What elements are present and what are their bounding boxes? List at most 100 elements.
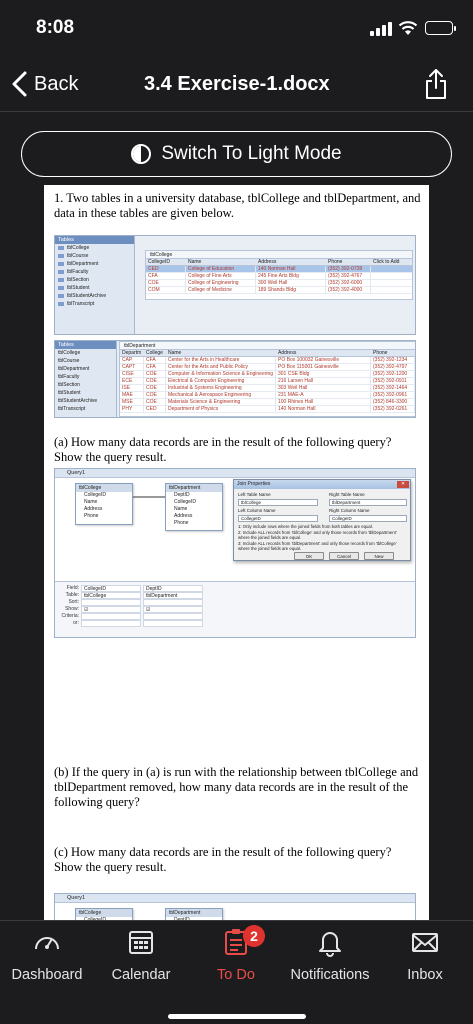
table-row: CAP CFA Center for the Arts in Healthcare P… [120,357,415,364]
question-c-text: (c) How many data records are in the res… [54,845,392,874]
table-row: CFA College of Fine Arts 245 Fine Arts B… [146,273,412,280]
table-icon [58,285,64,290]
table-row: PHY CED Department of Physics 140 Norman Ha… [120,406,415,413]
table-icon [58,301,64,306]
right-table-select[interactable]: tblDepartment [329,499,407,506]
column-header: Click to Add [371,259,411,265]
table-row: CISE COE Computer & Information Science & … [120,371,415,378]
cancel-button[interactable]: Cancel [329,552,359,560]
document-page: 1. Two tables in a university database, … [44,185,429,920]
show-checkbox[interactable]: ☑ [143,606,203,613]
tab-dashboard[interactable]: Dashboard [0,927,94,983]
status-bar: 8:08 [0,0,473,56]
table-row: MSE COE Materials Science & Engineering 100… [120,399,415,406]
ok-button[interactable]: OK [294,552,324,560]
table-icon [58,245,64,250]
column-header: Name [186,259,256,265]
field-list-tblcollege: tblCollege CollegeID Name Address Phone [75,483,133,525]
table-row: CAPT CFA Center for the Arts and Public Po… [120,364,415,371]
table-icon [58,293,64,298]
grid-field-cell[interactable]: DeptID [143,585,203,592]
right-column-select[interactable]: CollegeID [329,515,407,522]
query-title: Query1 [55,469,415,478]
nav-item: tblStudentArchive [67,293,107,299]
nav-item: tblStudent [67,285,90,291]
query-designer-a: Query1 tblCollege CollegeID Name Address… [54,468,416,638]
column-header: Address [256,259,326,265]
query-design-grid: Field: CollegeID DeptID Table: tblCollege tb… [55,581,415,637]
tab-todo[interactable]: 2 To Do [189,925,283,983]
battery-icon [425,21,456,35]
toggle-label: Switch To Light Mode [161,143,342,164]
table-row: CED College of Education 140 Norman Hall… [146,266,412,273]
cellular-signal-icon [370,22,392,36]
college-datasheet: tblCollege CollegeID Name Address Phone … [145,250,413,300]
wifi-icon [398,21,418,35]
join-option-2[interactable]: 2: Include ALL records from 'tblCollege'… [238,530,408,540]
question-1-text: 1. Two tables in a university database, … [54,191,421,220]
nav-item: tblCollege [67,245,90,251]
calendar-icon [129,931,153,954]
question-b-text: (b) If the query in (a) is run with the … [54,765,419,809]
nav-item: tblTranscript [67,301,95,307]
envelope-icon [412,933,438,952]
show-checkbox[interactable]: ☑ [81,606,141,613]
access-nav-pane: Tables tblCollege tblCourse tblDepartmen… [55,341,117,417]
join-properties-dialog: Join Properties ✕ Left Table Name Right T… [233,479,411,561]
table-row: ISE COE Industrial & Systems Engineering 30… [120,385,415,392]
query-designer-c: Query1 tblCollege CollegeID Name Address… [54,893,416,920]
table-row: COM College of Medicine 189 Shands Bldg … [146,287,412,294]
todo-badge: 2 [243,925,265,947]
table-icon [58,277,64,282]
left-column-select[interactable]: CollegeID [238,515,318,522]
back-button[interactable]: Back [8,69,78,99]
table-icon [58,261,64,266]
grid-table-cell[interactable]: tblCollege [81,592,141,599]
home-indicator[interactable] [168,1014,306,1019]
back-label: Back [34,72,79,95]
bell-icon [319,932,341,957]
nav-pane-header: Tables [55,236,134,244]
join-line-icon [133,496,165,498]
dashboard-gauge-icon [35,937,59,950]
join-option-3[interactable]: 3: Include ALL records from 'tblDepartme… [238,541,408,551]
contrast-icon [131,144,152,164]
access-nav-pane: Tables tblCollege tblCourse tblDepartmen… [55,236,135,334]
share-icon[interactable] [424,68,448,100]
tab-notifications[interactable]: Notifications [283,927,377,983]
left-table-select[interactable]: tblCollege [238,499,318,506]
grid-field-cell[interactable]: CollegeID [81,585,141,592]
close-icon[interactable]: ✕ [397,481,409,488]
nav-bar: Back 3.4 Exercise-1.docx [0,56,473,112]
tab-bar: Dashboard Calendar 2 To Do Notifications [0,920,473,1024]
table-row: COE College of Engineering 300 Weil Hall… [146,280,412,287]
datasheet-header: Departm College Name Address Phone [120,350,415,357]
nav-item: tblDepartment [67,261,99,267]
column-header: CollegeID [146,259,186,265]
join-option-1[interactable]: 1: Only include rows where the joined fi… [238,524,408,529]
datasheet-tab: tblDepartment [120,342,415,350]
table-icon [58,253,64,258]
tab-calendar[interactable]: Calendar [94,927,188,983]
document-title: 3.4 Exercise-1.docx [144,73,330,95]
new-button[interactable]: New [364,552,394,560]
field-list-tbldepartment: tblDepartment DeptID CollegeID Name Addr… [165,483,223,531]
access-department-screenshot: Tables tblCollege tblCourse tblDepartmen… [54,340,416,418]
column-header: Phone [326,259,371,265]
nav-item: tblCourse [67,253,89,259]
datasheet-tab: tblCollege [146,251,412,259]
table-icon [58,269,64,274]
grid-table-cell[interactable]: tblDepartment [143,592,203,599]
document-viewer[interactable]: Switch To Light Mode 1. Two tables in a … [0,113,473,920]
access-college-screenshot: Tables tblCollege tblCourse tblDepartmen… [54,235,416,335]
department-datasheet: tblDepartment Departm College Name Addre… [119,341,415,417]
light-mode-toggle-button[interactable]: Switch To Light Mode [21,131,452,177]
nav-item: tblFaculty [67,269,89,275]
tab-inbox[interactable]: Inbox [378,927,472,983]
table-row: MAE COE Mechanical & Aerospace Engineering… [120,392,415,399]
chevron-left-icon [12,71,27,97]
table-row: ECE COE Electrical & Computer Engineering 2… [120,378,415,385]
nav-item: tblSection [67,277,89,283]
status-time: 8:08 [36,17,75,38]
question-a-text: (a) How many data records are in the res… [54,435,392,464]
